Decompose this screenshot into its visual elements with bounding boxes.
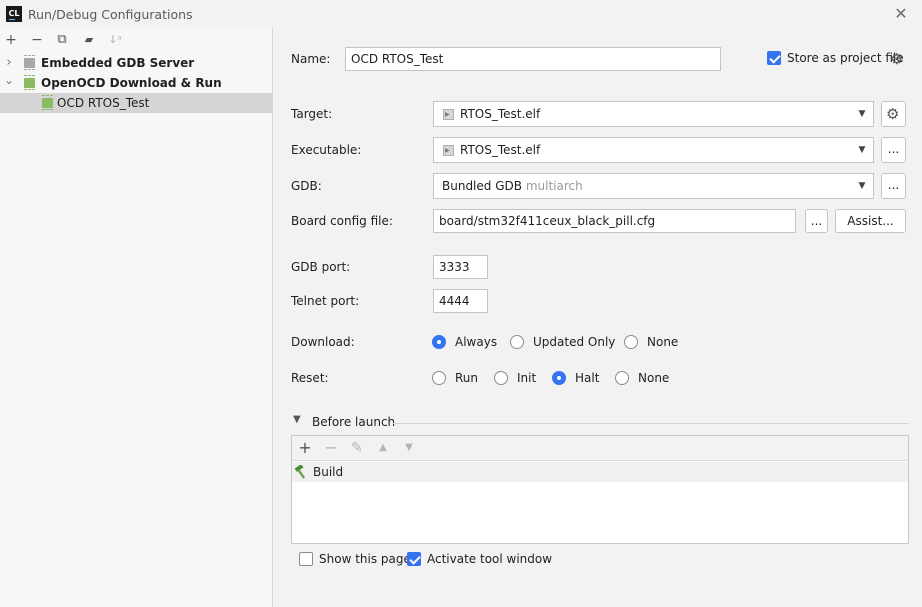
target-settings-button[interactable]: ⚙ [881, 101, 906, 127]
window-title: Run/Debug Configurations [28, 7, 193, 22]
executable-label: Executable: [291, 143, 362, 157]
chip-icon [42, 95, 53, 110]
before-launch-list: + − ✎ ▲ ▼ Build [291, 435, 909, 544]
board-config-label: Board config file: [291, 214, 393, 228]
before-launch-title: Before launch [312, 415, 396, 429]
reset-init-label: Init [517, 371, 537, 385]
gdb-port-field[interactable]: 3333 [433, 255, 488, 279]
target-value: RTOS_Test.elf [460, 107, 541, 121]
sort-icon[interactable]: ↓ᵃ [106, 31, 124, 49]
gdb-label: GDB: [291, 179, 322, 193]
tree-item-label: Embedded GDB Server [41, 56, 195, 70]
target-label: Target: [291, 107, 333, 121]
telnet-port-label: Telnet port: [291, 294, 360, 308]
store-as-project-file-checkbox[interactable] [767, 51, 781, 65]
name-label: Name: [291, 52, 331, 66]
telnet-port-field[interactable]: 4444 [433, 289, 488, 313]
task-label: Build [313, 465, 344, 479]
name-field[interactable]: OCD RTOS_Test [345, 47, 721, 71]
remove-configuration-icon[interactable]: − [28, 31, 46, 49]
chip-icon [24, 55, 35, 70]
gdb-value-name: Bundled GDB [442, 179, 522, 193]
tree-item-label: OpenOCD Download & Run [41, 76, 222, 90]
reset-halt-radio[interactable] [552, 371, 566, 385]
store-as-project-file-label: Store as project file [787, 51, 904, 65]
download-always-label: Always [455, 335, 498, 349]
chevron-down-icon[interactable]: ⌄ [4, 70, 14, 90]
reset-none-label: None [638, 371, 670, 385]
tree-item-ocd-rtos-test[interactable]: OCD RTOS_Test [0, 93, 273, 113]
activate-tool-window-label: Activate tool window [427, 552, 553, 566]
new-folder-icon[interactable]: ▰ [80, 31, 98, 49]
close-icon[interactable]: ✕ [893, 5, 909, 23]
before-launch-toolbar: + − ✎ ▲ ▼ [292, 436, 908, 461]
show-this-page-checkbox[interactable] [299, 552, 313, 566]
reset-halt-label: Halt [575, 371, 600, 385]
before-launch-collapse-icon[interactable]: ▼ [293, 414, 301, 425]
download-always-radio[interactable] [432, 335, 446, 349]
executable-value: RTOS_Test.elf [460, 143, 541, 157]
add-task-icon[interactable]: + [296, 439, 314, 457]
target-select[interactable]: RTOS_Test.elf ▼ [433, 101, 874, 127]
download-updated-only-radio[interactable] [510, 335, 524, 349]
gdb-port-label: GDB port: [291, 260, 351, 274]
chevron-down-icon: ▼ [858, 109, 866, 119]
remove-task-icon[interactable]: − [322, 439, 340, 457]
gdb-select[interactable]: Bundled GDB multiarch ▼ [433, 173, 874, 199]
reset-run-radio[interactable] [432, 371, 446, 385]
download-updated-only-label: Updated Only [533, 335, 616, 349]
edit-task-icon[interactable]: ✎ [348, 439, 366, 457]
list-item[interactable]: Build [292, 462, 908, 482]
add-configuration-icon[interactable]: + [2, 31, 20, 49]
executable-select[interactable]: RTOS_Test.elf ▼ [433, 137, 874, 163]
activate-tool-window-checkbox[interactable] [407, 552, 421, 566]
gdb-value-suffix: multiarch [525, 179, 583, 193]
show-this-page-label: Show this page [319, 552, 411, 566]
chip-icon [24, 75, 35, 90]
gear-icon: ⚙ [886, 105, 900, 123]
reset-label: Reset: [291, 371, 329, 385]
assist-button[interactable]: Assist... [835, 209, 906, 233]
executable-file-icon [443, 139, 454, 163]
move-up-icon[interactable]: ▲ [374, 439, 392, 457]
app-logo-icon: CL [6, 6, 22, 22]
section-divider [393, 423, 909, 424]
configurations-panel: + − ⧉ ▰ ↓ᵃ › Embedded GDB Server ⌄ OpenO… [0, 28, 273, 607]
gear-icon[interactable]: ⚙ [890, 52, 903, 67]
executable-browse-button[interactable]: ... [881, 137, 906, 163]
chevron-down-icon: ▼ [858, 145, 866, 155]
download-none-radio[interactable] [624, 335, 638, 349]
tree-item-label: OCD RTOS_Test [57, 96, 150, 110]
reset-none-radio[interactable] [615, 371, 629, 385]
copy-configuration-icon[interactable]: ⧉ [53, 31, 71, 49]
move-down-icon[interactable]: ▼ [400, 439, 418, 457]
reset-run-label: Run [455, 371, 479, 385]
board-config-browse-button[interactable]: ... [805, 209, 828, 233]
tree-item-embedded-gdb-server[interactable]: › Embedded GDB Server [0, 53, 273, 73]
chevron-down-icon: ▼ [858, 181, 866, 191]
gdb-value: Bundled GDB multiarch [442, 174, 583, 198]
configurations-toolbar: + − ⧉ ▰ ↓ᵃ [0, 28, 273, 52]
hammer-icon [294, 465, 306, 479]
title-bar: CL Run/Debug Configurations ✕ [0, 0, 922, 28]
executable-file-icon [443, 103, 454, 127]
gdb-browse-button[interactable]: ... [881, 173, 906, 199]
download-label: Download: [291, 335, 355, 349]
reset-init-radio[interactable] [494, 371, 508, 385]
board-config-field[interactable]: board/stm32f411ceux_black_pill.cfg [433, 209, 796, 233]
download-none-label: None [647, 335, 679, 349]
tree-item-openocd-download-run[interactable]: ⌄ OpenOCD Download & Run [0, 73, 273, 93]
